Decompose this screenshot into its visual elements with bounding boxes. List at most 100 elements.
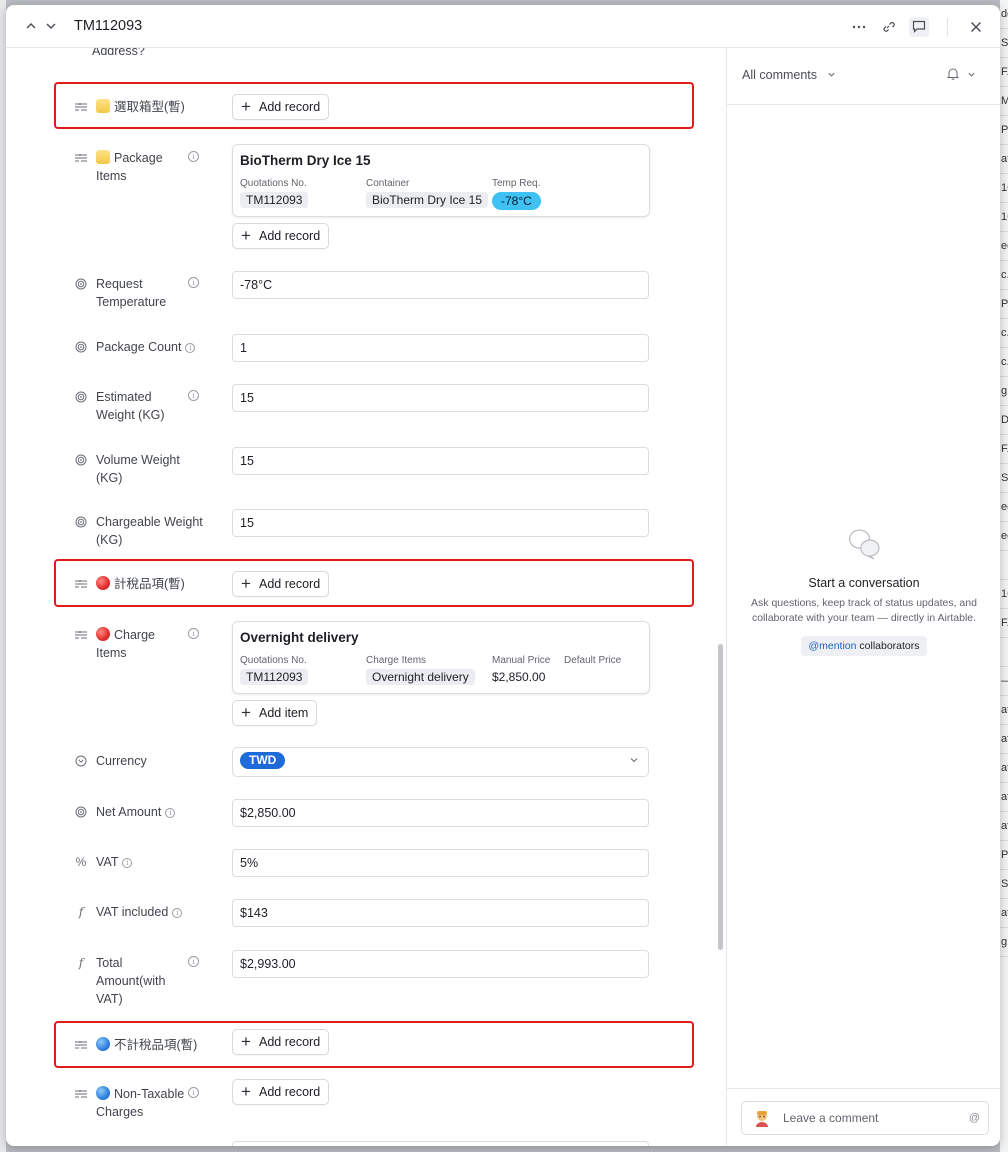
- add-record-button[interactable]: + Add record: [232, 1079, 330, 1105]
- blue-circle-icon: [96, 1037, 110, 1051]
- info-icon[interactable]: i: [188, 390, 199, 401]
- field-label: Charge: [114, 628, 155, 642]
- background-cell: at: [1000, 145, 1008, 174]
- field-label: 選取箱型(暫): [114, 100, 185, 114]
- next-record-icon[interactable]: [44, 19, 58, 33]
- estimated-weight-field[interactable]: 15: [232, 384, 649, 412]
- total-amount-field[interactable]: $2,993.00: [232, 950, 649, 978]
- lookup-icon: [74, 390, 88, 404]
- background-cell: 16: [1000, 203, 1008, 232]
- net-amount-field[interactable]: $2,850.00: [232, 799, 649, 827]
- background-grid-right: ddSF.MPat1616ecc.Pc.c.gDF.Secec16F.—atat…: [1000, 0, 1008, 1152]
- vat-field[interactable]: 5%: [232, 849, 649, 877]
- red-circle-icon: [96, 627, 110, 641]
- close-icon[interactable]: [966, 17, 986, 37]
- field-label: Request: [96, 277, 143, 291]
- comments-filter-dropdown[interactable]: All comments: [742, 68, 836, 82]
- lookup-icon: [74, 453, 88, 467]
- quotation-chip: TM112093: [240, 669, 309, 685]
- field-label: Address?: [92, 48, 145, 58]
- charge-item-chip: Overnight delivery: [366, 669, 475, 685]
- add-record-button[interactable]: + Add record: [232, 1029, 330, 1055]
- background-cell: ec: [1000, 232, 1008, 261]
- yellow-square-icon: [96, 150, 110, 164]
- vat-included-field[interactable]: $143: [232, 899, 649, 927]
- volume-weight-field[interactable]: 15: [232, 447, 649, 475]
- field-label: Net Amount: [96, 805, 162, 819]
- background-cell: g: [1000, 377, 1008, 406]
- linked-record-icon: [74, 1038, 88, 1052]
- comments-pane: All comments Start a conversation Ask qu…: [726, 48, 1000, 1146]
- info-icon[interactable]: i: [188, 1087, 199, 1098]
- field-label: VAT: [96, 855, 119, 869]
- more-options-icon[interactable]: [849, 17, 869, 37]
- single-select-icon: [74, 754, 88, 768]
- background-cell: S: [1000, 464, 1008, 493]
- background-cell: [1000, 551, 1008, 580]
- copy-link-icon[interactable]: [879, 17, 899, 37]
- comments-toggle-icon[interactable]: [909, 16, 929, 37]
- background-cell: at: [1000, 783, 1008, 812]
- add-record-button[interactable]: + Add record: [232, 223, 330, 249]
- container-chip: BioTherm Dry Ice 15: [366, 192, 489, 208]
- header-divider: [947, 17, 948, 36]
- card-column-header: Manual Price: [492, 655, 551, 666]
- plus-icon: +: [241, 97, 251, 116]
- background-cell: S: [1000, 870, 1008, 899]
- lookup-icon: [74, 340, 88, 354]
- add-record-button[interactable]: + Add record: [232, 571, 330, 597]
- field-label: Non-Taxable: [114, 1087, 185, 1101]
- background-cell: c.: [1000, 261, 1008, 290]
- info-icon[interactable]: i: [188, 956, 199, 967]
- card-column-header: Quotations No.: [240, 178, 307, 189]
- linked-record-icon: [74, 628, 88, 642]
- fields-pane: Address? 選取箱型(暫) + Add record Package Item…: [6, 48, 726, 1146]
- mention-icon[interactable]: @: [969, 1112, 980, 1124]
- record-card-title: Overnight delivery: [240, 630, 359, 645]
- add-item-button[interactable]: + Add item: [232, 700, 318, 726]
- modal-header: TM112093: [6, 5, 1000, 48]
- notification-settings[interactable]: [946, 67, 976, 83]
- info-icon[interactable]: i: [122, 858, 133, 868]
- mention-collaborators-pill[interactable]: @mention collaborators: [801, 636, 927, 656]
- background-cell: g: [1000, 928, 1008, 957]
- temp-chip: -78°C: [492, 192, 541, 210]
- add-record-button[interactable]: + Add record: [232, 94, 330, 120]
- field-label: 不計稅品項(暫): [114, 1038, 198, 1052]
- info-icon[interactable]: i: [188, 628, 199, 639]
- info-icon[interactable]: i: [165, 808, 176, 818]
- quotation-chip: TM112093: [240, 192, 309, 208]
- comment-input[interactable]: Leave a comment @: [741, 1101, 989, 1135]
- currency-chip: TWD: [240, 752, 286, 769]
- chargeable-weight-field[interactable]: 15: [232, 509, 649, 537]
- background-cell: c.: [1000, 348, 1008, 377]
- background-cell: P: [1000, 841, 1008, 870]
- previous-record-icon[interactable]: [24, 19, 38, 33]
- field-label: Package Count: [96, 340, 182, 354]
- info-icon[interactable]: i: [172, 908, 183, 918]
- linked-record-icon: [74, 151, 88, 165]
- plus-icon: +: [241, 574, 251, 593]
- next-field-partial[interactable]: [232, 1141, 649, 1146]
- info-icon[interactable]: i: [188, 151, 199, 162]
- linked-record-card[interactable]: Overnight delivery Quotations No. TM1120…: [232, 621, 650, 694]
- package-count-field[interactable]: 1: [232, 334, 649, 362]
- record-expanded-modal: TM112093 Address? 選取箱型(暫) + Add record P…: [6, 5, 1000, 1146]
- info-icon[interactable]: i: [185, 343, 196, 353]
- background-cell: at: [1000, 899, 1008, 928]
- comment-composer: Leave a comment @: [727, 1088, 1000, 1146]
- request-temperature-field[interactable]: -78°C: [232, 271, 649, 299]
- empty-comments-state: Start a conversation Ask questions, keep…: [727, 528, 1000, 656]
- linked-record-card[interactable]: BioTherm Dry Ice 15 Quotations No. TM112…: [232, 144, 650, 217]
- background-cell: at: [1000, 812, 1008, 841]
- card-column-header: Quotations No.: [240, 655, 307, 666]
- linked-record-icon: [74, 1087, 88, 1101]
- field-label: 計稅品項(暫): [114, 577, 185, 591]
- formula-icon: f: [78, 905, 84, 919]
- info-icon[interactable]: i: [188, 277, 199, 288]
- plus-icon: +: [241, 703, 251, 722]
- scrollbar[interactable]: [718, 644, 723, 950]
- background-cell: D: [1000, 406, 1008, 435]
- currency-select[interactable]: TWD: [232, 747, 649, 777]
- red-circle-icon: [96, 576, 110, 590]
